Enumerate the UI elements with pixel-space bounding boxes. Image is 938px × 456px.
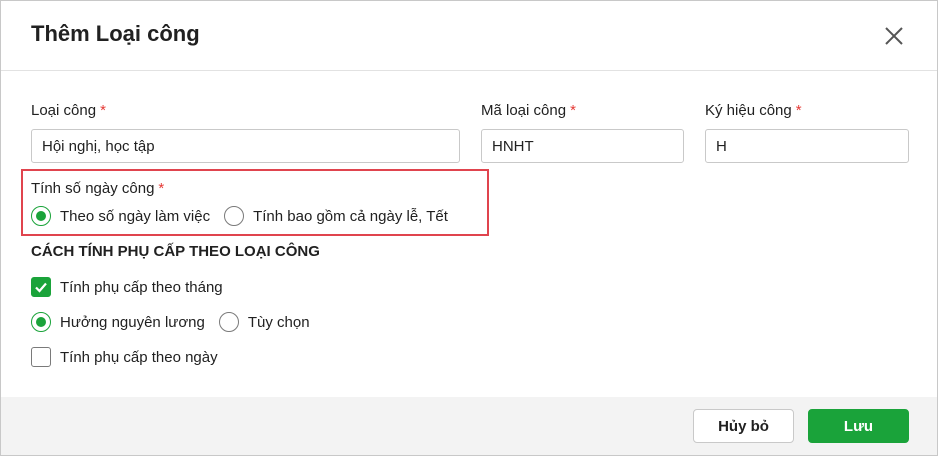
- add-work-type-dialog: Thêm Loại công Loại công* Mã loại công* …: [0, 0, 938, 456]
- save-button[interactable]: Lưu: [808, 409, 909, 443]
- tinh-so-ngay-cong-label: Tính số ngày công *: [31, 180, 165, 197]
- radio-label: Hưởng nguyên lương: [60, 313, 205, 331]
- checkbox-label: Tính phụ cấp theo ngày: [60, 348, 218, 366]
- close-icon: [885, 27, 903, 45]
- ky-hieu-cong-label: Ký hiệu công *: [705, 102, 802, 119]
- phu-cap-option-radio-group: Hưởng nguyên lương Tùy chọn: [31, 312, 324, 332]
- cancel-button[interactable]: Hủy bỏ: [693, 409, 794, 443]
- section-title: CÁCH TÍNH PHỤ CẤP THEO LOẠI CÔNG: [31, 243, 320, 260]
- required-mark: *: [158, 180, 165, 197]
- radio-label: Tùy chọn: [247, 313, 310, 331]
- radio-tuy-chon[interactable]: [218, 312, 239, 332]
- radio-label: Tính bao gồm cả ngày lễ, Tết: [253, 207, 448, 225]
- required-mark: *: [100, 102, 106, 119]
- required-mark: *: [795, 102, 802, 119]
- phu-cap-theo-thang-row: Tính phụ cấp theo tháng: [31, 277, 223, 297]
- ma-loai-cong-input[interactable]: [481, 129, 684, 163]
- check-icon: [35, 282, 47, 293]
- ky-hieu-cong-input[interactable]: [705, 129, 909, 163]
- required-mark: *: [570, 102, 576, 119]
- loai-cong-label: Loại công *: [31, 102, 106, 119]
- radio-theo-so-ngay-lam-viec[interactable]: [31, 206, 51, 226]
- so-ngay-cong-radio-group: Theo số ngày làm việc Tính bao gồm cả ng…: [31, 206, 462, 226]
- dialog-title: Thêm Loại công: [31, 21, 200, 46]
- dialog-header: Thêm Loại công: [1, 1, 937, 71]
- radio-bao-gom-ngay-le-tet[interactable]: [224, 206, 245, 226]
- radio-huong-nguyen-luong[interactable]: [31, 312, 51, 332]
- close-button[interactable]: [881, 23, 907, 49]
- phu-cap-theo-ngay-row: Tính phụ cấp theo ngày: [31, 347, 218, 367]
- radio-label: Theo số ngày làm việc: [60, 207, 211, 225]
- dialog-footer: Hủy bỏ Lưu: [1, 397, 937, 455]
- loai-cong-input[interactable]: [31, 129, 460, 163]
- phu-cap-theo-ngay-checkbox[interactable]: [31, 347, 51, 367]
- ma-loai-cong-label: Mã loại công *: [481, 102, 576, 119]
- checkbox-label: Tính phụ cấp theo tháng: [60, 278, 223, 296]
- phu-cap-theo-thang-checkbox[interactable]: [31, 277, 51, 297]
